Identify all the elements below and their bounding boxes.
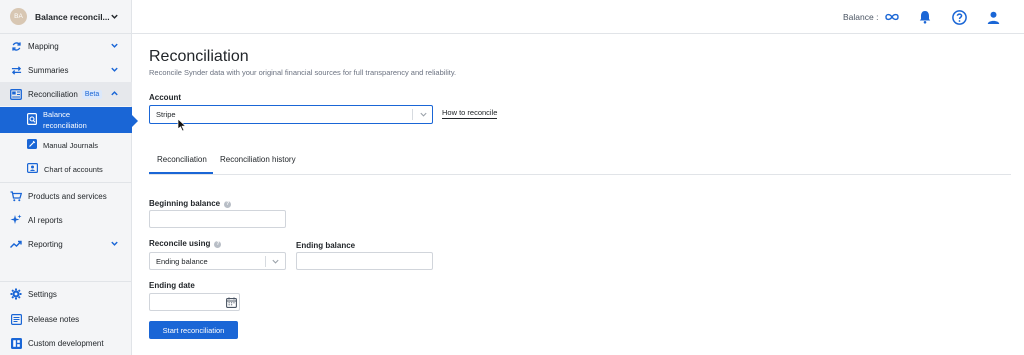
sidebar-item-reporting[interactable]: Reporting	[0, 233, 132, 255]
mouse-cursor-icon	[177, 118, 187, 132]
sidebar-item-custom-development[interactable]: Custom development	[0, 332, 132, 354]
ending-balance-input[interactable]	[296, 252, 433, 270]
page-title: Reconciliation	[149, 48, 249, 65]
user-icon[interactable]	[985, 9, 1001, 25]
notes-icon	[10, 313, 22, 325]
sparkle-icon	[10, 214, 22, 226]
beginning-balance-label-text: Beginning balance	[149, 199, 221, 208]
sync-icon	[10, 40, 22, 52]
infinity-icon[interactable]	[884, 9, 900, 25]
org-switcher[interactable]: BA Balance reconcil...	[0, 0, 132, 34]
chevron-down-icon	[111, 241, 118, 246]
sidebar-subitem-balance-reconciliation[interactable]: Balance reconciliation	[0, 107, 138, 133]
sidebar-item-settings[interactable]: Settings	[0, 283, 132, 305]
calendar-icon[interactable]	[226, 297, 237, 308]
chevron-up-icon	[111, 91, 118, 96]
sidebar-item-summaries[interactable]: Summaries	[0, 59, 132, 81]
ending-balance-label: Ending balance	[296, 241, 356, 250]
sidebar-item-reconciliation[interactable]: Reconciliation Beta	[0, 83, 132, 105]
sidebar-subitem-label: Chart of accounts	[44, 164, 103, 174]
chevron-down-icon	[111, 67, 118, 72]
tab-active-indicator	[149, 172, 213, 174]
page-subtitle: Reconcile Synder data with your original…	[149, 68, 457, 77]
ending-date-input[interactable]	[149, 293, 240, 311]
gear-icon	[10, 288, 22, 300]
sidebar-item-label: Reconciliation	[28, 89, 78, 99]
tabs-divider	[149, 174, 1011, 175]
sidebar-item-label: Summaries	[28, 65, 69, 75]
cart-icon	[10, 190, 22, 202]
help-circle-icon[interactable]	[951, 9, 967, 25]
pencil-icon	[27, 139, 37, 151]
sidebar-item-label: Reporting	[28, 239, 63, 249]
sidebar-subitem-manual-journals[interactable]: Manual Journals	[0, 135, 132, 155]
balance-doc-icon	[27, 113, 38, 127]
help-icon[interactable]: ?	[214, 240, 222, 248]
account-select[interactable]: Stripe	[149, 105, 433, 124]
balance-label: Balance :	[843, 12, 879, 22]
how-to-reconcile-link[interactable]: How to reconcile	[442, 108, 498, 119]
beta-badge: Beta	[81, 89, 103, 99]
sidebar-item-label: Release notes	[28, 314, 80, 324]
trend-icon	[10, 238, 22, 250]
sidebar-item-products[interactable]: Products and services	[0, 185, 132, 207]
account-select-value: Stripe	[156, 110, 176, 119]
beginning-balance-input[interactable]	[149, 210, 286, 228]
reconcile-using-select[interactable]: Ending balance	[149, 252, 286, 270]
beginning-balance-label: Beginning balance?	[149, 199, 232, 208]
sidebar-subitem-label: Manual Journals	[43, 140, 99, 150]
avatar: BA	[10, 8, 27, 25]
chevron-down-icon	[272, 259, 279, 264]
chevron-down-icon	[111, 43, 118, 48]
chevron-down-icon	[111, 14, 118, 19]
dev-icon	[10, 337, 22, 349]
sidebar-subitem-chart-of-accounts[interactable]: Chart of accounts	[0, 159, 132, 179]
arrows-swap-icon	[10, 64, 22, 76]
sidebar-item-label: AI reports	[28, 215, 63, 225]
contact-card-icon	[27, 163, 39, 175]
sidebar: BA Balance reconcil... Mapping Summaries…	[0, 0, 138, 355]
select-separator	[412, 109, 413, 120]
sidebar-item-label: Custom development	[28, 338, 104, 348]
sidebar-subitem-label: Balance reconciliation	[43, 110, 87, 130]
help-icon[interactable]: ?	[224, 200, 232, 208]
sidebar-item-label: Products and services	[28, 191, 107, 201]
divider	[0, 281, 132, 282]
ending-date-label: Ending date	[149, 281, 195, 290]
sidebar-item-label: Mapping	[28, 41, 59, 51]
start-reconciliation-button[interactable]: Start reconciliation	[149, 321, 238, 339]
tab-reconciliation[interactable]: Reconciliation	[157, 155, 207, 164]
reconcile-using-value: Ending balance	[156, 256, 208, 266]
reconcile-using-label: Reconcile using?	[149, 239, 222, 248]
reconcile-using-label-text: Reconcile using	[149, 239, 211, 248]
divider	[0, 182, 132, 183]
sidebar-item-release-notes[interactable]: Release notes	[0, 308, 132, 330]
sidebar-item-mapping[interactable]: Mapping	[0, 35, 132, 57]
topbar: Balance :	[132, 0, 1024, 34]
bell-icon[interactable]	[917, 9, 933, 25]
org-name: Balance reconcil...	[35, 11, 110, 22]
reconcile-icon	[10, 88, 22, 100]
chevron-down-icon	[420, 112, 427, 117]
select-separator	[265, 256, 266, 267]
tab-reconciliation-history[interactable]: Reconciliation history	[220, 155, 296, 164]
active-indicator	[132, 115, 138, 127]
sidebar-item-ai-reports[interactable]: AI reports	[0, 209, 132, 231]
account-label: Account	[149, 93, 181, 102]
sidebar-item-label: Settings	[28, 289, 57, 299]
